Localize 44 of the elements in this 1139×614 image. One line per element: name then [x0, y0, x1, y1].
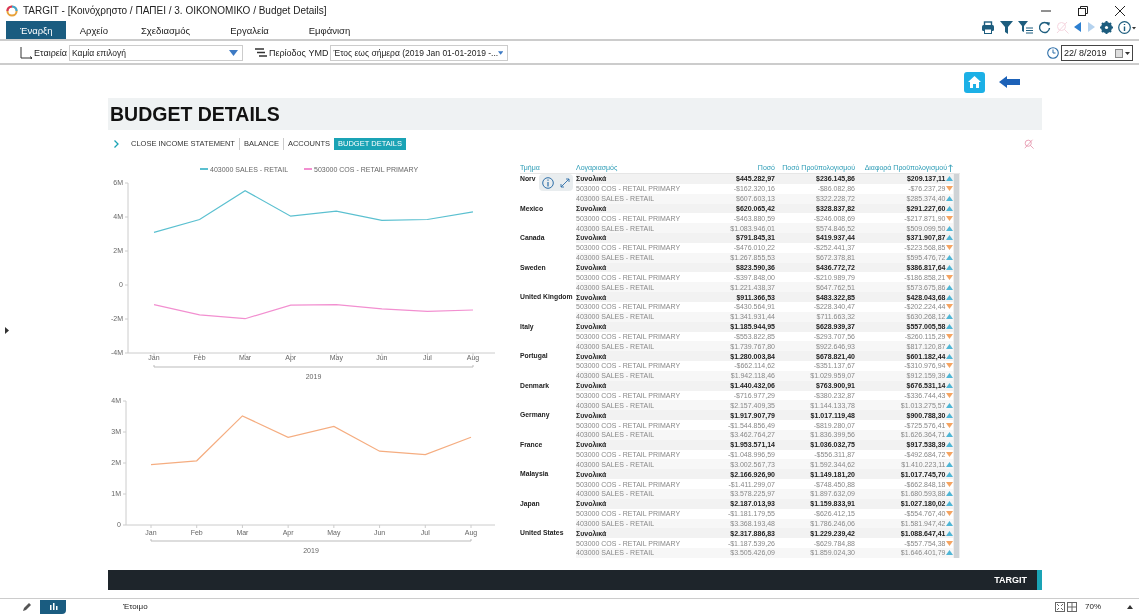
menu-tab[interactable]: Σχεδιασμός: [121, 21, 211, 39]
dropdown-caret-icon: [498, 50, 504, 56]
info-icon[interactable]: [1118, 20, 1136, 34]
clock-icon: [1047, 47, 1059, 59]
chevron-icon: [114, 140, 119, 148]
filter-dropdown[interactable]: Έτος εως σήμερα (2019 Jan 01-01-2019 -...: [330, 45, 509, 61]
printer-icon[interactable]: [981, 20, 995, 34]
status-text: Έτοιμο: [123, 602, 148, 611]
fit-page-icon[interactable]: [1055, 601, 1065, 612]
menu-tab[interactable]: Εργαλεία: [210, 21, 289, 39]
app-logo-icon: [6, 4, 18, 17]
refresh-icon[interactable]: [1038, 20, 1051, 34]
close-icon[interactable]: [1115, 5, 1125, 16]
sort-arrow-icon[interactable]: [948, 163, 953, 172]
panel-toggle-icon[interactable]: [5, 327, 9, 334]
bar-chart-icon: [48, 602, 58, 611]
chart-view-tab[interactable]: [40, 599, 66, 614]
dropdown-caret-icon: [228, 50, 238, 56]
restore-icon[interactable]: [1078, 5, 1088, 16]
caret-icon[interactable]: [1127, 604, 1133, 609]
dashboard-title: BUDGET DETAILS: [109, 102, 280, 126]
filter-dropdown[interactable]: Καμία επιλογή: [68, 45, 243, 61]
filter-list-icon[interactable]: [1018, 20, 1033, 34]
list-filter-icon: [254, 48, 267, 58]
filter-icon[interactable]: [1000, 20, 1013, 34]
menu-tab[interactable]: Έναρξη: [6, 21, 66, 39]
pencil-icon: [22, 602, 32, 611]
window-title: TARGIT - [Κοινόχρηστο / ΠΑΠΕΙ / 3. ΟΙΚΟΝΟΜΙΚΟ / Budget Details]: [23, 5, 327, 16]
expand-icon[interactable]: [560, 177, 570, 188]
back-icon[interactable]: [1074, 22, 1082, 32]
info-icon[interactable]: [542, 176, 554, 189]
back-arrow-icon[interactable]: [999, 76, 1020, 88]
hierarchy-icon: [20, 47, 32, 59]
settings-icon[interactable]: [1100, 20, 1113, 34]
zoom-level: 70%: [1085, 602, 1102, 611]
menu-tab[interactable]: Εμφάνιση: [288, 21, 371, 39]
filter-label: Εταιρεία: [34, 48, 67, 58]
menu-tab[interactable]: Αρχείο: [65, 21, 121, 39]
date-field[interactable]: 22/ 8/2019: [1061, 45, 1133, 61]
footer-logo: TARGIT: [994, 575, 1027, 585]
calendar-icon: [1115, 48, 1130, 58]
filter-label: Περίοδος YMD: [268, 48, 329, 58]
grid-icon[interactable]: [1067, 601, 1077, 612]
scrollbar[interactable]: [953, 174, 960, 558]
